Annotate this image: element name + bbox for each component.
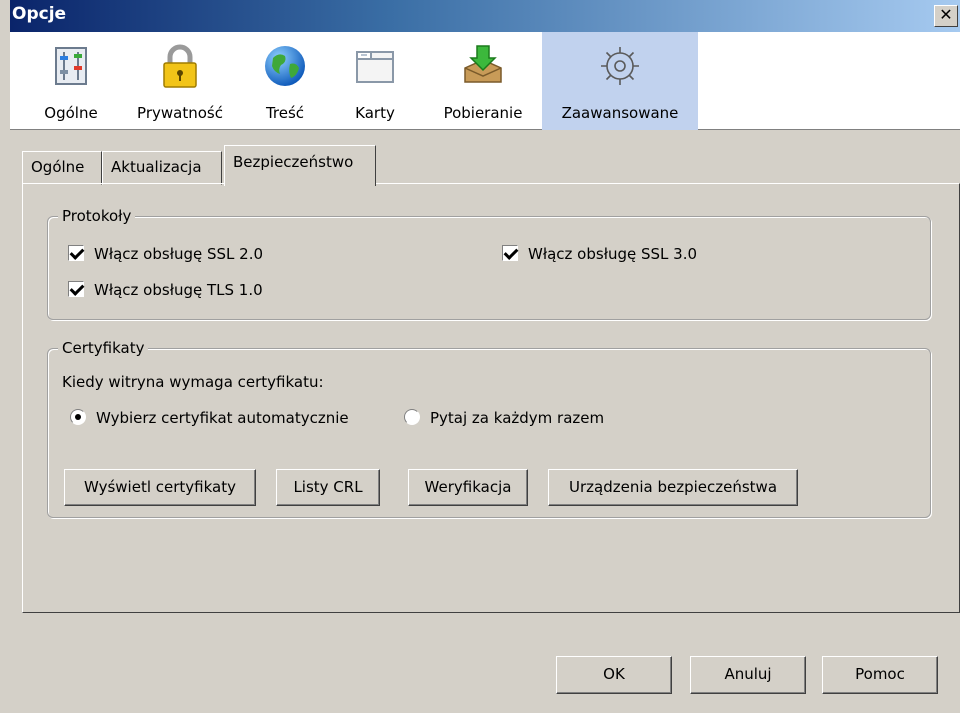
ssl2-label: Włącz obsługę SSL 2.0: [94, 245, 263, 263]
toolbar-tabs[interactable]: Karty: [342, 32, 408, 130]
ok-button[interactable]: OK: [556, 656, 672, 694]
tab-label: Bezpieczeństwo: [233, 153, 354, 171]
crl-lists-button[interactable]: Listy CRL: [276, 469, 380, 506]
toolbar-content[interactable]: Treść: [254, 32, 316, 130]
toolbar-label: Karty: [355, 104, 395, 122]
certificate-prompt: Kiedy witryna wymaga certyfikatu:: [62, 373, 324, 391]
view-certificates-button[interactable]: Wyświetl certyfikaty: [64, 469, 256, 506]
toolbar-general[interactable]: Ogólne: [34, 32, 108, 130]
ssl3-checkbox-row[interactable]: Włącz obsługę SSL 3.0: [502, 245, 697, 263]
general-icon: [55, 47, 87, 85]
security-devices-button[interactable]: Urządzenia bezpieczeństwa: [548, 469, 798, 506]
ssl3-label: Włącz obsługę SSL 3.0: [528, 245, 697, 263]
radio-auto[interactable]: [70, 409, 86, 425]
help-button[interactable]: Pomoc: [822, 656, 938, 694]
tabs-icon: [356, 51, 394, 83]
title-bar[interactable]: Opcje ✕: [10, 0, 960, 32]
radio-ask-row[interactable]: Pytaj za każdym razem: [404, 409, 604, 427]
toolbar-privacy[interactable]: Prywatność: [126, 32, 234, 130]
toolbar-label: Treść: [265, 104, 305, 122]
tls1-checkbox[interactable]: [68, 281, 84, 297]
ssl2-checkbox-row[interactable]: Włącz obsługę SSL 2.0: [68, 245, 263, 263]
toolbar-label: Ogólne: [44, 104, 98, 122]
tab-general[interactable]: Ogólne: [22, 151, 102, 185]
tab-security[interactable]: Bezpieczeństwo: [224, 145, 376, 186]
security-panel: Protokoły Włącz obsługę SSL 2.0 Włącz ob…: [22, 183, 960, 613]
globe-icon: [265, 46, 305, 86]
gear-icon: [601, 47, 639, 85]
protocols-group: Protokoły Włącz obsługę SSL 2.0 Włącz ob…: [47, 205, 931, 320]
tab-label: Aktualizacja: [111, 158, 202, 176]
certificates-legend: Certyfikaty: [58, 337, 149, 359]
tab-update[interactable]: Aktualizacja: [102, 151, 222, 185]
radio-auto-row[interactable]: Wybierz certyfikat automatycznie: [70, 409, 349, 427]
preferences-toolbar: Ogólne Prywatność Treść Karty Pobieranie…: [10, 32, 960, 130]
toolbar-label: Pobieranie: [443, 104, 523, 122]
cancel-button[interactable]: Anuluj: [690, 656, 806, 694]
lock-icon: [163, 44, 197, 88]
radio-ask-label: Pytaj za każdym razem: [430, 409, 605, 427]
toolbar-label: Zaawansowane: [561, 104, 679, 122]
tls1-checkbox-row[interactable]: Włącz obsługę TLS 1.0: [68, 281, 263, 299]
toolbar-advanced[interactable]: Zaawansowane: [542, 32, 698, 130]
toolbar-downloads[interactable]: Pobieranie: [430, 32, 536, 130]
verification-button[interactable]: Weryfikacja: [408, 469, 528, 506]
download-icon: [464, 45, 502, 83]
tls1-label: Włącz obsługę TLS 1.0: [94, 281, 263, 299]
radio-ask[interactable]: [404, 409, 420, 425]
window-title: Opcje: [12, 4, 67, 24]
ssl3-checkbox[interactable]: [502, 245, 518, 261]
protocols-legend: Protokoły: [58, 205, 136, 227]
tab-label: Ogólne: [31, 158, 85, 176]
radio-auto-label: Wybierz certyfikat automatycznie: [96, 409, 349, 427]
certificates-group: Certyfikaty Kiedy witryna wymaga certyfi…: [47, 337, 931, 518]
close-button[interactable]: ✕: [934, 5, 958, 27]
options-dialog: Opcje ✕ Ogólne Prywatność Treść Karty Po…: [0, 0, 960, 713]
close-icon: ✕: [939, 5, 953, 24]
toolbar-label: Prywatność: [137, 104, 223, 122]
ssl2-checkbox[interactable]: [68, 245, 84, 261]
